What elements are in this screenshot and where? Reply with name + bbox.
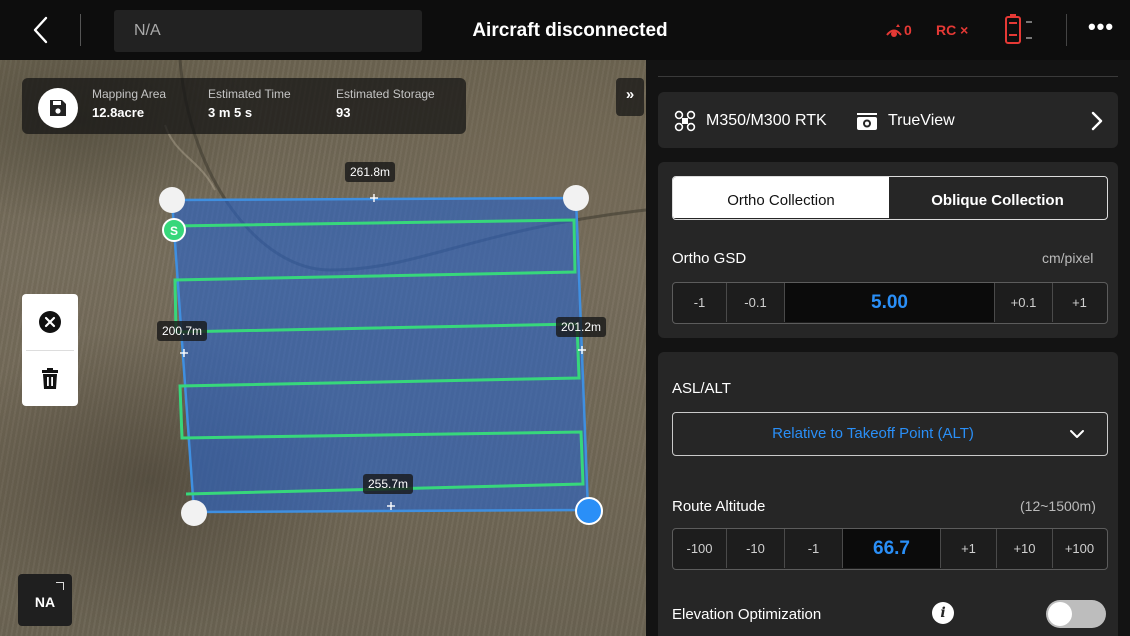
toggle-knob — [1048, 602, 1072, 626]
mission-info-panel: Mapping Area 12.8acre Estimated Time 3 m… — [22, 78, 466, 134]
save-button[interactable] — [38, 88, 78, 128]
back-button[interactable] — [24, 12, 60, 48]
aircraft-name-field[interactable]: N/A — [114, 10, 422, 52]
clear-button[interactable] — [22, 294, 78, 350]
device-selector[interactable]: M350/M300 RTK TrueView — [658, 92, 1118, 148]
mapping-area-label: Mapping Area — [92, 87, 167, 101]
camera-name: TrueView — [888, 112, 955, 129]
collection-mode-toggle: Ortho Collection Oblique Collection — [672, 176, 1108, 220]
vertex-handle[interactable] — [563, 185, 589, 211]
more-icon: ••• — [1087, 14, 1115, 39]
divider — [80, 14, 81, 46]
gsd-stepper: -1 -0.1 5.00 +0.1 +1 — [672, 282, 1108, 324]
dimension-label-right: 201.2m — [556, 317, 607, 337]
drone-model: M350/M300 RTK — [706, 112, 827, 129]
chevron-right-icon — [1091, 111, 1103, 131]
map-layer-label: NA — [34, 594, 56, 610]
map-layer-button[interactable]: NA — [18, 574, 72, 626]
elevation-optimization-label: Elevation Optimization — [672, 606, 822, 623]
tab-oblique-collection[interactable]: Oblique Collection — [889, 177, 1106, 218]
mapping-area-value: 12.8acre — [92, 105, 145, 120]
altitude-card: ASL/ALT Relative to Takeoff Point (ALT) … — [658, 352, 1118, 636]
battery-icon — [1005, 14, 1032, 44]
route-altitude-range: (12~1500m) — [1020, 498, 1096, 514]
gsd-minus-1-button[interactable]: -1 — [673, 283, 727, 322]
drone-icon — [674, 110, 696, 132]
trash-icon — [42, 368, 58, 389]
vertex-handle[interactable] — [159, 187, 185, 213]
dimension-label-top: 261.8m — [345, 162, 396, 182]
signal-icon — [886, 24, 902, 37]
divider — [658, 76, 1118, 77]
altitude-minus-1-button[interactable]: -1 — [785, 529, 843, 568]
gsd-card: Ortho Collection Oblique Collection Orth… — [658, 162, 1118, 338]
estimated-time-label: Estimated Time — [208, 87, 291, 101]
gsd-plus-0.1-button[interactable]: +0.1 — [995, 283, 1053, 322]
altitude-value[interactable]: 66.7 — [843, 529, 941, 568]
altitude-mode-dropdown[interactable]: Relative to Takeoff Point (ALT) — [672, 412, 1108, 456]
route-altitude-label: Route Altitude — [672, 498, 766, 515]
top-bar: N/A Aircraft disconnected 0 RC × ••• — [0, 0, 1130, 60]
save-icon — [50, 100, 66, 116]
elevation-optimization-toggle[interactable] — [1046, 600, 1106, 628]
estimated-time-block: Estimated Time 3 m 5 s — [208, 86, 291, 124]
settings-panel[interactable]: M350/M300 RTK TrueView Ortho Collection … — [646, 60, 1130, 636]
gsd-minus-0.1-button[interactable]: -0.1 — [727, 283, 785, 322]
rc-status: RC × — [936, 22, 969, 38]
app-root: N/A Aircraft disconnected 0 RC × ••• S 2… — [0, 0, 1130, 636]
delete-button[interactable] — [22, 351, 78, 407]
mapping-area-block: Mapping Area 12.8acre — [92, 86, 166, 124]
ortho-gsd-unit: cm/pixel — [1042, 250, 1094, 266]
back-arrow-icon — [33, 16, 48, 44]
estimated-storage-label: Estimated Storage — [336, 87, 435, 101]
divider — [1066, 14, 1067, 46]
double-chevron-right-icon: » — [625, 86, 635, 103]
vertex-handle[interactable] — [181, 500, 207, 526]
flight-area-overlay: S — [159, 60, 646, 526]
asl-alt-label: ASL/ALT — [672, 380, 731, 397]
gsd-value[interactable]: 5.00 — [785, 283, 995, 322]
camera-icon — [857, 113, 877, 130]
dimension-label-bottom: 255.7m — [363, 474, 414, 494]
altitude-mode-value: Relative to Takeoff Point (ALT) — [772, 425, 974, 442]
signal-value: 0 — [904, 22, 912, 38]
connection-status-title: Aircraft disconnected — [472, 20, 668, 41]
vertex-handle-selected[interactable] — [575, 497, 603, 525]
altitude-plus-10-button[interactable]: +10 — [997, 529, 1053, 568]
map-view[interactable]: S 261.8m 200.7m 201.2m 255.7m — [0, 60, 646, 636]
chevron-down-icon — [1070, 430, 1084, 438]
altitude-plus-100-button[interactable]: +100 — [1053, 529, 1106, 568]
altitude-plus-1-button[interactable]: +1 — [941, 529, 997, 568]
close-circle-icon — [39, 311, 61, 333]
altitude-minus-10-button[interactable]: -10 — [727, 529, 785, 568]
ortho-gsd-label: Ortho GSD — [672, 250, 747, 267]
info-icon[interactable]: i — [932, 602, 954, 624]
start-point-label: S — [170, 224, 178, 238]
collapse-panel-button[interactable]: » — [616, 78, 644, 116]
altitude-stepper: -100 -10 -1 66.7 +1 +10 +100 — [672, 528, 1108, 570]
altitude-minus-100-button[interactable]: -100 — [673, 529, 727, 568]
gsd-plus-1-button[interactable]: +1 — [1053, 283, 1106, 322]
estimated-storage-block: Estimated Storage 93 — [336, 86, 435, 124]
dimension-label-left: 200.7m — [157, 321, 208, 341]
more-button[interactable]: ••• — [1084, 16, 1118, 42]
tab-ortho-collection[interactable]: Ortho Collection — [673, 177, 889, 218]
corner-arrow-icon — [56, 582, 64, 590]
map-tools — [22, 294, 78, 406]
estimated-time-value: 3 m 5 s — [208, 105, 253, 120]
estimated-storage-value: 93 — [336, 105, 351, 120]
